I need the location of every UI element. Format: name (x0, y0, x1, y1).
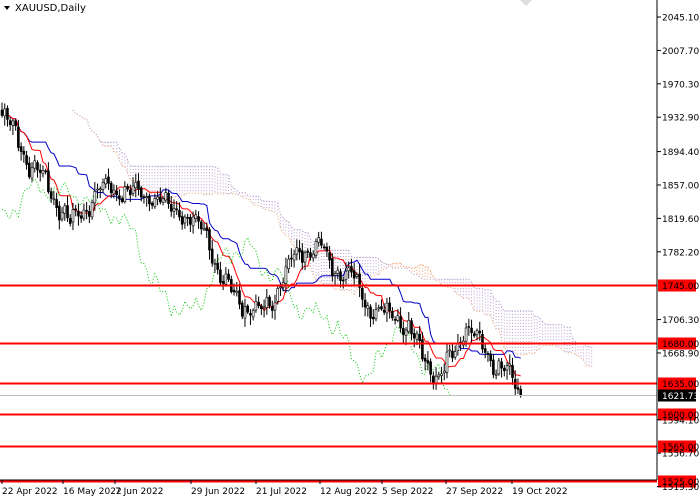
last-price-label: 1621.73 (662, 392, 699, 402)
y-tick-label: 1782.20 (662, 248, 699, 258)
candle (314, 238, 318, 259)
y-tick-label: 1706.30 (662, 316, 699, 326)
candle (240, 300, 244, 320)
candle (90, 199, 94, 220)
level-label: 1635.00 (662, 380, 699, 390)
y-tick-label: 1519.30 (662, 483, 699, 493)
x-tick-label: 5 Sep 2022 (382, 487, 433, 497)
y-tick-label: 2045.10 (662, 14, 699, 24)
x-tick-label: 22 Apr 2022 (2, 487, 58, 497)
x-tick-label: 16 May 2022 (63, 487, 122, 497)
y-tick-label: 2007.70 (662, 47, 699, 57)
x-tick-label: 19 Oct 2022 (512, 487, 568, 497)
level-label: 1745.00 (662, 282, 699, 292)
x-tick-label: 21 Jul 2022 (256, 487, 307, 497)
x-tick-label: 7 Jun 2022 (115, 487, 163, 497)
y-tick-label: 1970.30 (662, 80, 699, 90)
y-tick-label: 1894.40 (662, 148, 699, 158)
y-tick-label: 1819.60 (662, 215, 699, 225)
y-tick-label: 1594.10 (662, 416, 699, 426)
y-tick-label: 1668.90 (662, 349, 699, 359)
chart-background (0, 0, 700, 500)
y-tick-label: 1932.90 (662, 114, 699, 124)
y-tick-label: 1857.00 (662, 181, 699, 191)
candle (497, 357, 501, 376)
y-tick-label: 1556.70 (662, 450, 699, 460)
x-tick-label: 29 Jun 2022 (191, 487, 245, 497)
x-tick-label: 12 Aug 2022 (320, 487, 378, 497)
x-tick-label: 27 Sep 2022 (446, 487, 503, 497)
chart-title: XAUUSD,Daily (15, 3, 86, 14)
chart-container: 1745.00 1680.00 1635.00 1600.00 1565.00 1525.… (0, 0, 700, 500)
chart-svg: 1745.001680.001635.001600.001565.001525.… (0, 0, 700, 500)
